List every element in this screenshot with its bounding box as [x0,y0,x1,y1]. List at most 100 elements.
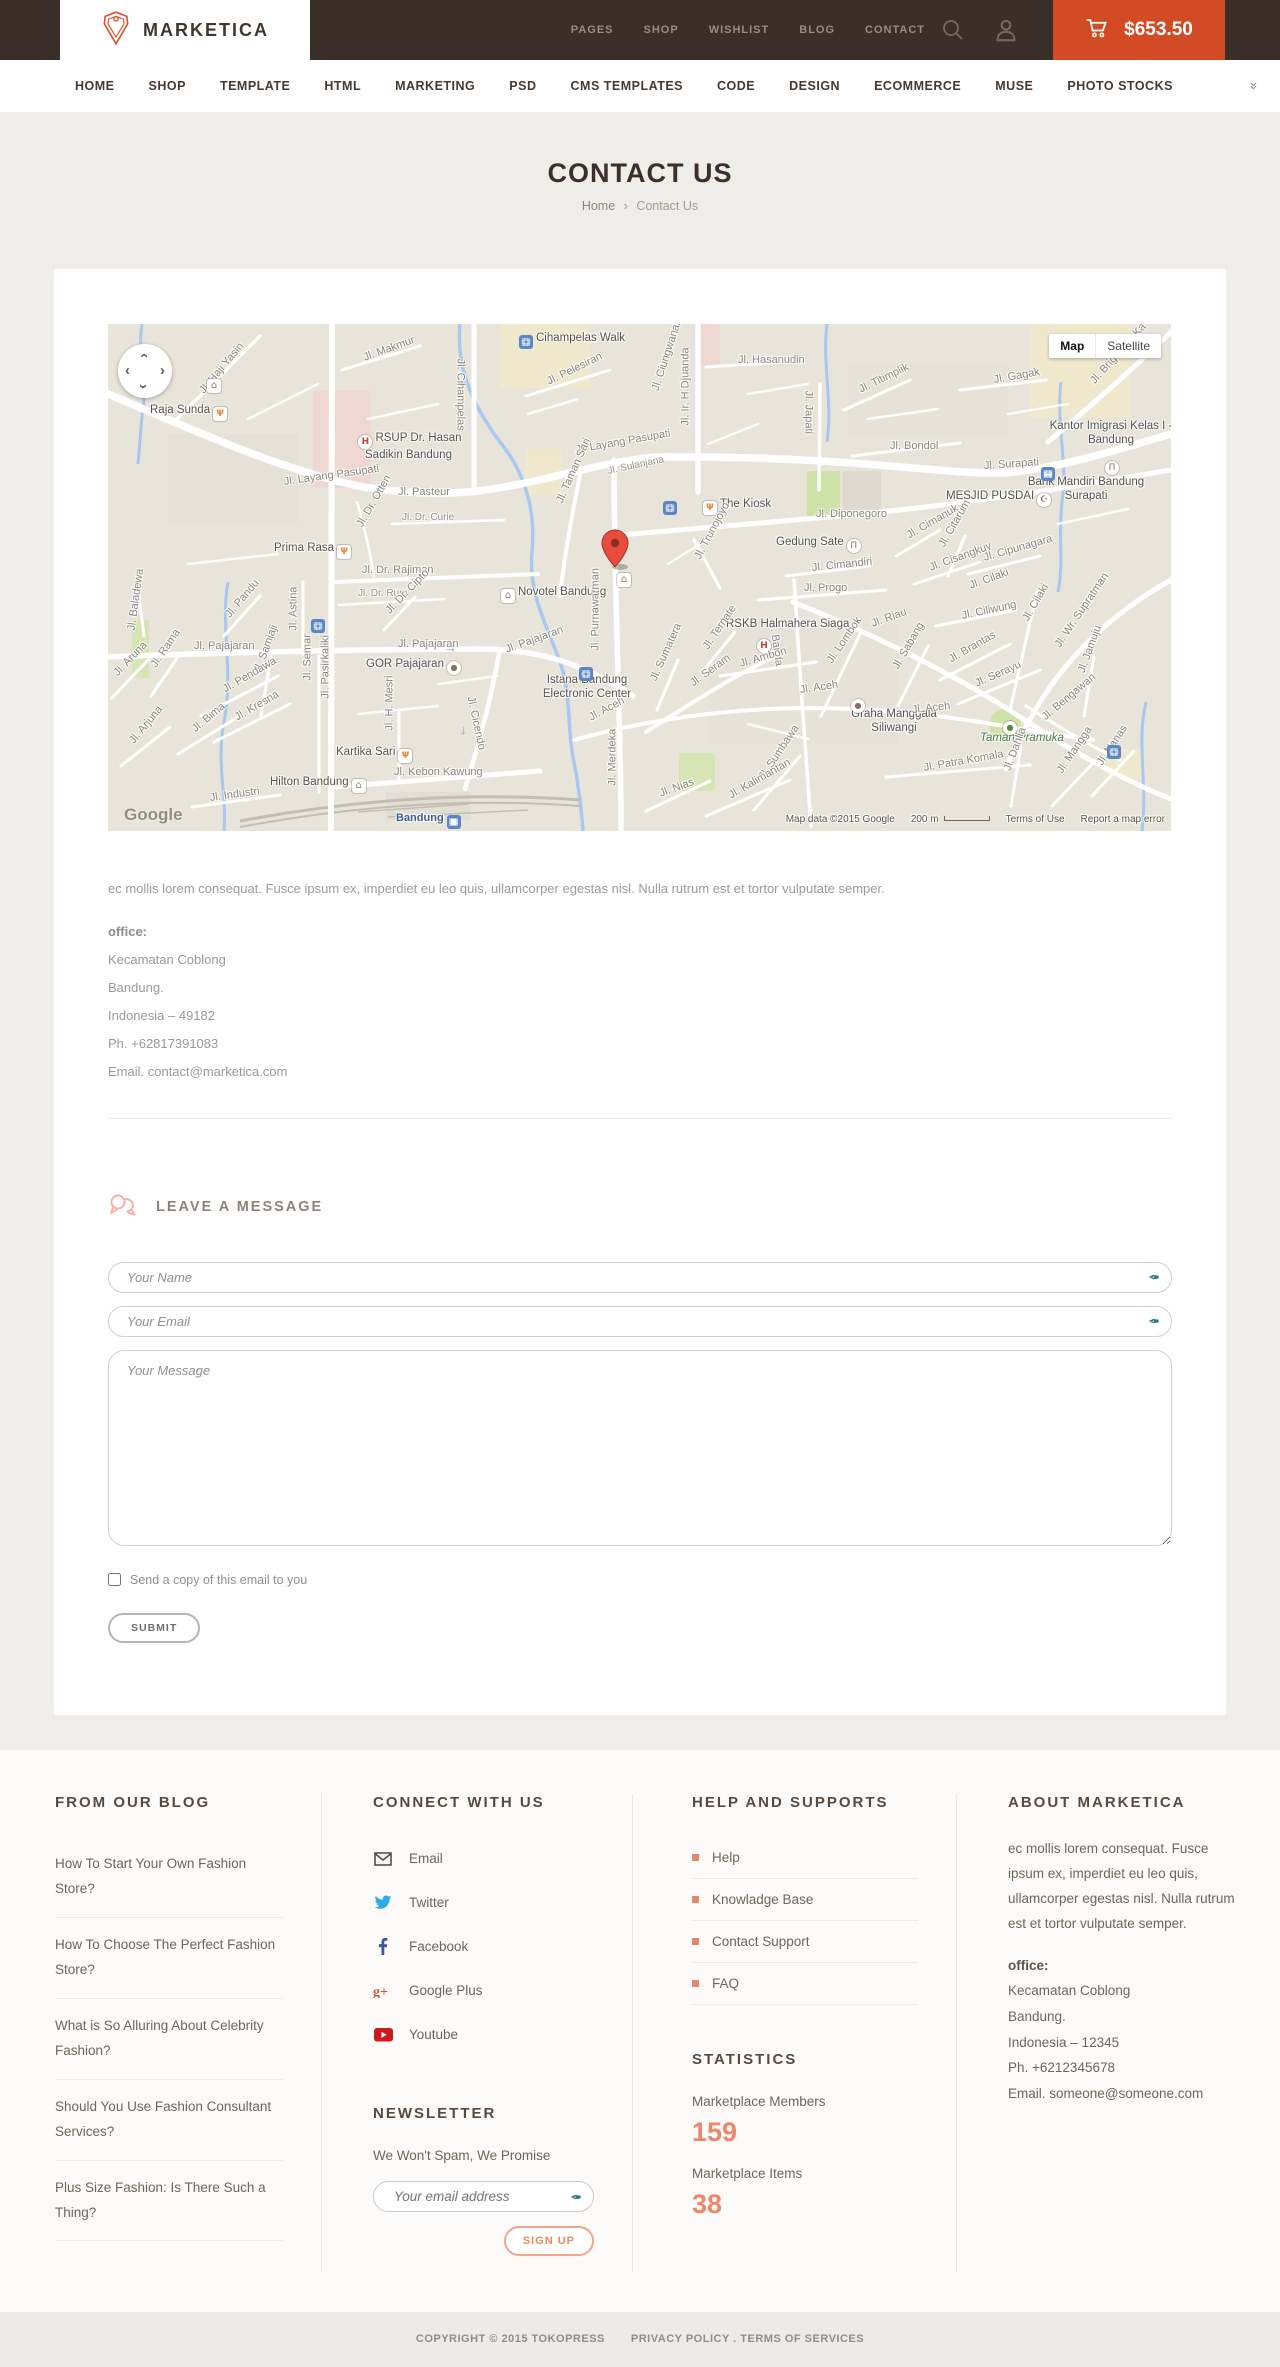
bank-icon: ▤ [1041,467,1055,481]
map-label: Jl. Pajajaran [194,640,255,653]
help-list-item: Help [692,1837,918,1879]
breadcrumb-separator: › [623,199,628,213]
pan-down-icon[interactable]: › [135,384,152,389]
help-link-help[interactable]: Help [712,1850,740,1865]
submit-button[interactable]: SUBMIT [108,1612,201,1643]
menu-more-chevron-icon[interactable]: « [1245,82,1261,91]
social-link-email[interactable]: Email [409,1851,443,1866]
blog-list: How To Start Your Own Fashion Store? How … [55,1837,283,2242]
menu-item-html[interactable]: HTML [324,79,361,93]
help-link-knowladge-base[interactable]: Knowladge Base [712,1892,813,1907]
menu-item-code[interactable]: CODE [717,79,755,93]
menu-item-design[interactable]: DESIGN [789,79,840,93]
newsletter-tagline: We Won't Spam, We Promise [373,2147,551,2163]
social-link-twitter[interactable]: Twitter [409,1895,449,1910]
footer-help-column: HELP AND SUPPORTS Help Knowladge Base Cont… [633,1793,957,2272]
menu-item-template[interactable]: TEMPLATE [220,79,290,93]
terms-of-services-link[interactable]: TERMS OF SERVICES [740,2333,864,2345]
cart-button[interactable]: $653.50 [1053,0,1225,60]
terms-of-use-link[interactable]: Terms of Use [1006,814,1065,825]
map-type-control: Map Satellite [1049,334,1161,358]
send-copy-checkbox[interactable] [108,1573,121,1587]
office-label: office: [1008,1957,1049,1973]
mosque-icon: ☪ [1037,493,1052,507]
map-label-text: Jl. Diponegoro [816,508,887,520]
google-watermark: Google [124,805,183,824]
map-pan-control[interactable]: › › ‹ › [118,344,172,398]
map-label-text: Jl. Hasanudin [738,354,805,366]
social-link-facebook[interactable]: Facebook [409,1939,468,1954]
menu-item-photo-stocks[interactable]: PHOTO STOCKS [1067,79,1173,93]
email-icon [373,1852,393,1866]
menu-item-home[interactable]: HOME [75,79,115,93]
help-list-item: Contact Support [692,1921,918,1963]
header-nav-pages[interactable]: PAGES [571,24,614,36]
newsletter-email-input[interactable] [373,2180,594,2212]
map-label-text: Hilton Bandung [270,776,349,788]
social-item-google-plus[interactable]: g+ Google Plus [373,1969,594,2013]
blog-link[interactable]: What is So Alluring About Celebrity Fash… [55,2018,264,2058]
map-label: H RSUP Dr. Hasan Sadikin Bandung [346,432,471,463]
report-map-error-link[interactable]: Report a map error [1081,814,1165,825]
name-input[interactable] [108,1261,1172,1293]
message-textarea[interactable] [108,1349,1172,1546]
map-label-text: Jl. Semar [301,634,314,681]
restaurant-icon: Ψ [398,749,413,763]
help-link-faq[interactable]: FAQ [712,1976,739,1991]
map-attribution: Map data ©2015 Google 200 m Terms of Use… [786,814,1165,825]
help-link-contact-support[interactable]: Contact Support [712,1934,810,1949]
help-list-item: FAQ [692,1963,918,2005]
menu-item-muse[interactable]: MUSE [995,79,1033,93]
header-nav-contact[interactable]: CONTACT [865,24,925,36]
map-label-text: ↓ [460,722,467,737]
header-nav-shop[interactable]: SHOP [644,24,679,36]
pan-left-icon[interactable]: ‹ [125,362,130,379]
email-input[interactable] [108,1305,1172,1337]
signup-button[interactable]: SIGN UP [503,2225,594,2256]
social-link-youtube[interactable]: Youtube [409,2027,458,2042]
menu-item-shop[interactable]: SHOP [149,79,186,93]
google-map[interactable]: Raja Sunda Ψ Jl. Haji Yasin ⌂ ▢ Cihampelas Wa… [108,324,1171,831]
copyright-bar: COPYRIGHT © 2015 TOKOPRESS PRIVACY POLIC… [0,2311,1280,2367]
hotel-icon: ⌂ [351,779,366,793]
svg-text:g+: g+ [373,1985,388,1998]
social-item-twitter[interactable]: Twitter [373,1881,594,1925]
help-list-item: Knowladge Base [692,1879,918,1921]
header-nav-wishlist[interactable]: WISHLIST [709,24,770,36]
breadcrumb-home-link[interactable]: Home [582,199,615,213]
social-link-google-plus[interactable]: Google Plus [409,1983,483,1998]
pan-right-icon[interactable]: › [160,362,165,379]
map-label: ⌂ [204,376,224,393]
menu-item-ecommerce[interactable]: ECOMMERCE [874,79,961,93]
blog-link[interactable]: How To Start Your Own Fashion Store? [55,1856,246,1896]
social-list: Email Twitter Facebook g+ Google Plus Youtube [373,1837,594,2057]
map-label: Jl. Kebon Kawung [394,766,483,779]
map-label: ▢ [660,498,680,515]
blog-link[interactable]: How To Choose The Perfect Fashion Store? [55,1937,275,1977]
privacy-policy-link[interactable]: PRIVACY POLICY [631,2333,730,2345]
site-logo[interactable]: MARKETICA [60,0,310,60]
search-icon[interactable] [941,18,965,47]
newsletter-heading: NEWSLETTER [373,2104,497,2122]
hotel-icon: ⌂ [501,589,515,603]
blog-list-item: What is So Alluring About Celebrity Fash… [55,1999,283,2080]
satellite-view-button[interactable]: Satellite [1095,334,1161,358]
menu-item-marketing[interactable]: MARKETING [395,79,475,93]
menu-item-psd[interactable]: PSD [509,79,536,93]
gplus-icon: g+ [373,1984,393,1998]
social-item-youtube[interactable]: Youtube [373,2013,594,2057]
map-label-text: Jl. Ir. H.Djuanda [679,347,692,426]
blog-link[interactable]: Should You Use Fashion Consultant Servic… [55,2099,271,2139]
blog-link[interactable]: Plus Size Fashion: Is There Such a Thing… [55,2180,266,2220]
map-label-text: Jl. Pajajaran [194,640,255,652]
user-account-icon[interactable] [994,18,1018,47]
pan-up-icon[interactable]: › [135,353,152,358]
twitter-icon [373,1895,393,1910]
map-view-button[interactable]: Map [1049,334,1096,358]
header-nav-blog[interactable]: BLOG [799,24,835,36]
social-item-facebook[interactable]: Facebook [373,1925,594,1969]
blog-list-item: How To Start Your Own Fashion Store? [55,1837,283,1918]
map-label: Bandung ▣ [396,812,464,829]
menu-item-cms-templates[interactable]: CMS TEMPLATES [571,79,684,93]
social-item-email[interactable]: Email [373,1837,594,1881]
